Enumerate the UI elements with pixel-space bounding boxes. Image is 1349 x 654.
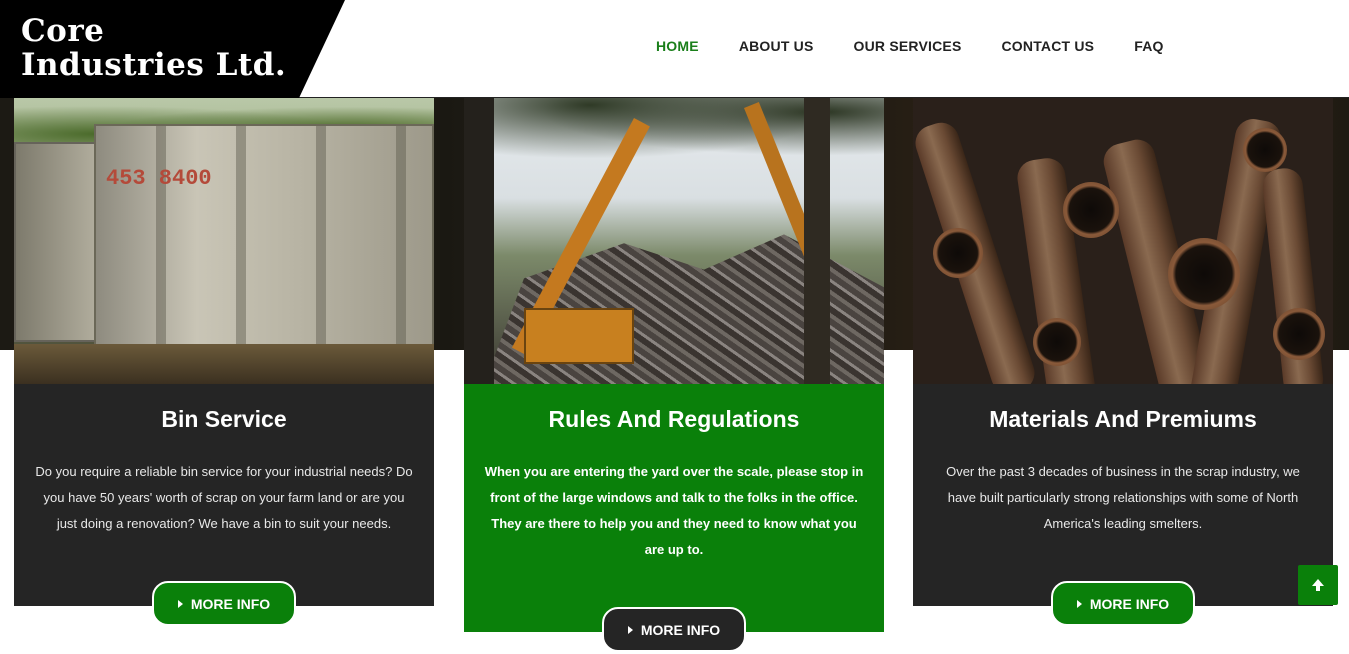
logo-line-2: Industries Ltd. <box>21 47 287 83</box>
card-text: When you are entering the yard over the … <box>484 464 864 557</box>
more-info-label: MORE INFO <box>190 595 271 612</box>
more-info-button[interactable]: MORE INFO <box>602 607 746 652</box>
caret-right-icon <box>1076 599 1082 608</box>
site-header: Core Industries Ltd. HOME ABOUT US OUR S… <box>0 0 1349 98</box>
caret-right-icon <box>627 625 633 634</box>
bin-container-left <box>14 142 96 342</box>
nav-home[interactable]: HOME <box>656 38 699 54</box>
more-info-button[interactable]: MORE INFO <box>1051 581 1195 626</box>
crane-cab <box>524 308 634 364</box>
pipe-opening <box>1033 318 1081 366</box>
bin-rib <box>316 126 326 352</box>
nav-contact-us[interactable]: CONTACT US <box>1001 38 1094 54</box>
card-rules-and-regulations: Rules And Regulations When you are enter… <box>464 98 884 652</box>
caret-right-icon <box>177 599 183 608</box>
bin-painted-number: 453 8400 <box>106 166 212 191</box>
more-info-label: MORE INFO <box>1089 595 1170 612</box>
card-materials-and-premiums: Materials And Premiums Over the past 3 d… <box>913 98 1333 626</box>
bin-rib <box>236 126 246 352</box>
card-body: Bin Service Do you require a reliable bi… <box>14 384 434 626</box>
card-title: Materials And Premiums <box>989 406 1257 432</box>
bin-rib <box>156 126 166 352</box>
scrap-pipes-image <box>913 98 1333 384</box>
pipe-opening <box>1063 182 1119 238</box>
pipe-opening <box>1273 308 1325 360</box>
scrap-yard-image <box>464 98 884 384</box>
bin-rib <box>396 126 406 352</box>
card-title: Rules And Regulations <box>548 406 800 432</box>
nav-our-services[interactable]: OUR SERVICES <box>854 38 962 54</box>
more-info-label: MORE INFO <box>640 621 721 638</box>
card-text: Over the past 3 decades of business in t… <box>946 464 1300 531</box>
site-logo[interactable]: Core Industries Ltd. <box>21 14 286 82</box>
card-bin-service: 453 8400 Bin Service Do you require a re… <box>14 98 434 626</box>
pipe-opening <box>933 228 983 278</box>
card-title: Bin Service <box>161 406 287 432</box>
tree-trunk <box>804 98 830 384</box>
tree-trunk <box>464 98 494 384</box>
arrow-up-icon <box>1311 578 1325 592</box>
ground <box>14 344 434 384</box>
main-nav: HOME ABOUT US OUR SERVICES CONTACT US FA… <box>656 38 1164 54</box>
scroll-to-top-button[interactable] <box>1298 565 1338 605</box>
pipe-opening <box>1168 238 1240 310</box>
pipe-opening <box>1243 128 1287 172</box>
card-text: Do you require a reliable bin service fo… <box>35 464 413 531</box>
nav-faq[interactable]: FAQ <box>1134 38 1163 54</box>
logo-line-1: Core <box>21 13 105 49</box>
bin-service-image: 453 8400 <box>14 98 434 384</box>
card-body: Materials And Premiums Over the past 3 d… <box>913 384 1333 626</box>
more-info-button[interactable]: MORE INFO <box>152 581 296 626</box>
card-body: Rules And Regulations When you are enter… <box>464 384 884 652</box>
nav-about-us[interactable]: ABOUT US <box>739 38 814 54</box>
bin-container: 453 8400 <box>94 124 434 354</box>
